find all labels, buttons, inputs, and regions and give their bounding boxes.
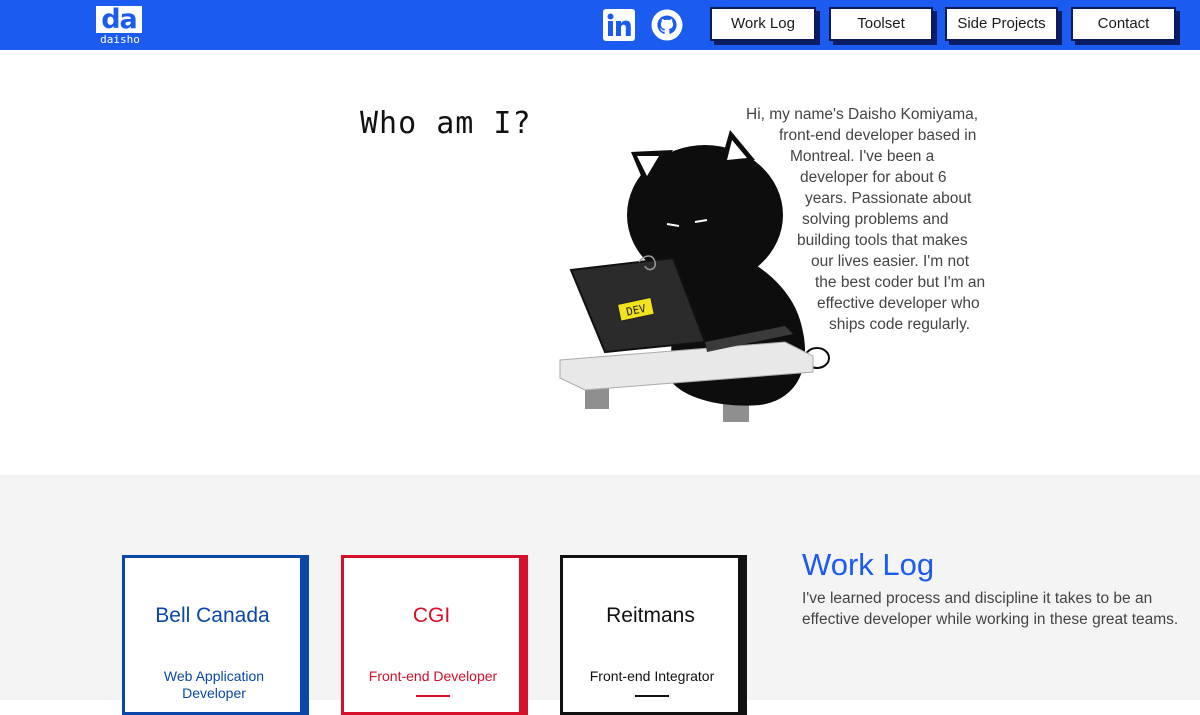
logo-wordmark: daisho	[100, 33, 140, 46]
card-role: Front-end Developer	[368, 668, 498, 684]
card-company: Reitmans	[606, 604, 695, 627]
bio-line: years. Passionate about	[805, 190, 972, 207]
nav-contact-button[interactable]: Contact	[1071, 7, 1176, 41]
card-divider	[635, 695, 669, 697]
bio-line: front-end developer based in	[779, 127, 977, 144]
top-navbar: da daisho Work Log Toolset Side Projects…	[0, 0, 1200, 50]
about-bio: Hi, my name's Daisho Komiyama, front-end…	[720, 104, 1020, 335]
bio-line: building tools that makes	[797, 232, 968, 249]
github-icon[interactable]	[651, 9, 683, 41]
nav-toolset-button[interactable]: Toolset	[829, 7, 933, 41]
work-card-cgi[interactable]: CGI Front-end Developer	[341, 555, 522, 715]
bio-line: ships code regularly.	[829, 316, 971, 333]
work-log-title: Work Log	[802, 547, 935, 582]
work-log-section: Bell Canada Web Application Developer CG…	[0, 475, 1200, 715]
bio-line: our lives easier. I'm not	[811, 253, 970, 270]
nav-side-projects-button[interactable]: Side Projects	[945, 7, 1058, 41]
about-section: Who am I? DEV Hi, my name's Daisho Komiy…	[0, 50, 1200, 475]
work-log-description: I've learned process and discipline it t…	[802, 590, 1179, 628]
nav-work-log-button[interactable]: Work Log	[710, 7, 816, 41]
bio-line: developer for about 6	[800, 169, 947, 186]
bio-line: Hi, my name's Daisho Komiyama,	[746, 106, 979, 123]
card-divider	[416, 695, 450, 697]
bio-line: the best coder but I'm an	[815, 274, 986, 291]
card-company: Bell Canada	[155, 604, 270, 627]
card-company: CGI	[412, 604, 451, 627]
card-role: Front-end Integrator	[589, 668, 715, 684]
about-title: Who am I?	[360, 106, 532, 141]
linkedin-icon[interactable]	[603, 9, 635, 41]
bio-line: solving problems and	[802, 211, 949, 228]
bio-line: Montreal. I've been a	[790, 148, 935, 165]
work-card-reitmans[interactable]: Reitmans Front-end Integrator	[560, 555, 741, 715]
site-logo[interactable]: da daisho	[96, 6, 144, 46]
bio-line: effective developer who	[817, 295, 980, 312]
logo-mark: da	[96, 6, 142, 33]
work-card-bell-canada[interactable]: Bell Canada Web Application Developer	[122, 555, 303, 715]
card-role: Web Application Developer	[163, 668, 265, 701]
